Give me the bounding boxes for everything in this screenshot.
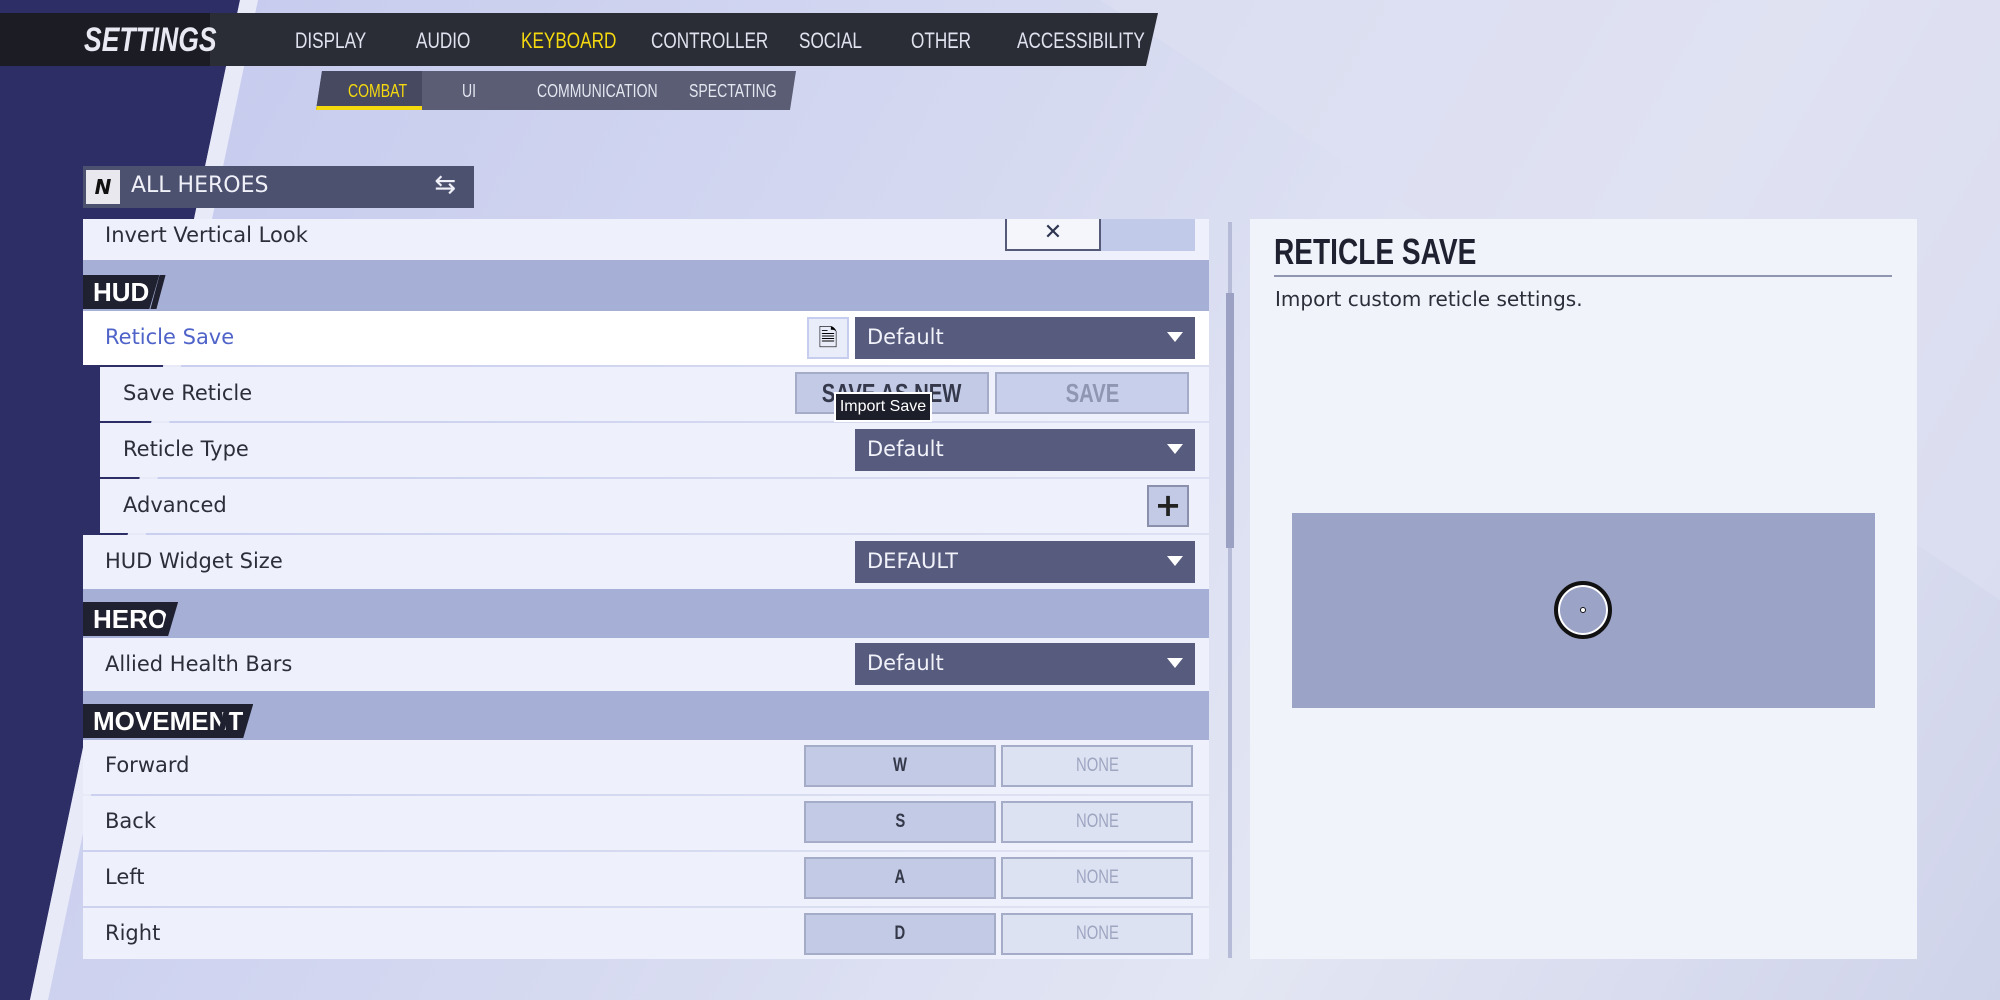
tab-accessibility[interactable]: ACCESSIBILITY [1017, 28, 1145, 54]
keybind-secondary-left[interactable]: NONE [1001, 857, 1193, 899]
setting-label: HUD Widget Size [105, 549, 283, 573]
subtab-ui[interactable]: UI [462, 81, 476, 102]
setting-label: Save Reticle [123, 381, 253, 405]
subtab-communication[interactable]: COMMUNICATION [537, 81, 658, 102]
tab-keyboard[interactable]: KEYBOARD [521, 28, 616, 54]
swap-icon[interactable]: ⇆ [434, 170, 456, 200]
reticle-save-dropdown[interactable]: Default [855, 317, 1195, 359]
chevron-down-icon [1167, 444, 1183, 454]
tab-other[interactable]: OTHER [911, 28, 971, 54]
setting-label: Right [105, 921, 161, 945]
setting-label: Reticle Type [123, 437, 249, 461]
setting-label: Allied Health Bars [105, 652, 293, 676]
setting-row-invert-vertical-look: Invert Vertical Look ✕ [83, 219, 1209, 260]
tab-social[interactable]: SOCIAL [799, 28, 862, 54]
setting-row-left: Left A NONE [83, 852, 1209, 906]
expand-plus-icon[interactable]: + [1147, 485, 1189, 527]
setting-row-reticle-save[interactable]: Reticle Save 🗎 Default [83, 311, 1209, 365]
setting-row-allied-health-bars[interactable]: Allied Health Bars Default [83, 638, 1209, 691]
hero-selector[interactable]: N ALL HEROES ⇆ [83, 166, 474, 208]
chevron-down-icon [1167, 556, 1183, 566]
chevron-down-icon [1167, 658, 1183, 668]
setting-row-right: Right D NONE [83, 908, 1209, 959]
keybind-primary-forward[interactable]: W [804, 745, 996, 787]
setting-label: Forward [105, 753, 190, 777]
dropdown-value: Default [867, 325, 944, 349]
sub-nav-bar: COMBAT UI COMMUNICATION SPECTATING [316, 71, 796, 110]
invert-vertical-look-checkbox[interactable]: ✕ [1005, 219, 1101, 251]
reticle-preview [1292, 513, 1875, 708]
allied-health-bars-dropdown[interactable]: Default [855, 643, 1195, 685]
import-save-icon[interactable]: 🗎 [807, 317, 849, 359]
tab-audio[interactable]: AUDIO [416, 28, 470, 54]
section-header-movement: MOVEMENT [83, 691, 1209, 740]
keybind-secondary-forward[interactable]: NONE [1001, 745, 1193, 787]
setting-row-save-reticle: Save Reticle SAVE AS NEW SAVE Import Sav… [100, 367, 1209, 422]
reticle-dot-icon [1580, 607, 1586, 613]
divider [1274, 275, 1892, 277]
scrollbar-thumb[interactable] [1226, 293, 1234, 548]
setting-label: Left [105, 865, 145, 889]
page-title: SETTINGS [84, 21, 217, 59]
save-button[interactable]: SAVE [995, 372, 1189, 414]
setting-label: Invert Vertical Look [105, 223, 308, 247]
setting-row-forward: Forward W NONE [83, 740, 1209, 794]
subtab-combat[interactable]: COMBAT [348, 81, 407, 102]
setting-label: Back [105, 809, 156, 833]
keybind-primary-back[interactable]: S [804, 801, 996, 843]
game-logo-icon: N [86, 170, 120, 204]
keybind-secondary-right[interactable]: NONE [1001, 913, 1193, 955]
tooltip: Import Save [834, 392, 932, 422]
setting-label: Advanced [123, 493, 227, 517]
section-header-hero: HERO [83, 589, 1209, 638]
detail-title: RETICLE SAVE [1274, 231, 1477, 272]
setting-row-back: Back S NONE [83, 796, 1209, 850]
setting-row-reticle-type[interactable]: Reticle Type Default [100, 423, 1209, 477]
setting-row-hud-widget-size[interactable]: HUD Widget Size DEFAULT [83, 535, 1209, 589]
subtab-spectating[interactable]: SPECTATING [689, 81, 777, 102]
dropdown-value: Default [867, 437, 944, 461]
section-title: HUD [83, 275, 159, 309]
reticle-type-dropdown[interactable]: Default [855, 429, 1195, 471]
checkbox-fill [1101, 219, 1195, 251]
setting-row-advanced[interactable]: Advanced + [100, 479, 1209, 533]
dropdown-value: DEFAULT [867, 549, 958, 573]
detail-description: Import custom reticle settings. [1275, 287, 1583, 311]
dropdown-value: Default [867, 651, 944, 675]
keybind-secondary-back[interactable]: NONE [1001, 801, 1193, 843]
hero-selector-label: ALL HEROES [131, 173, 269, 198]
hud-widget-size-dropdown[interactable]: DEFAULT [855, 541, 1195, 583]
keybind-primary-right[interactable]: D [804, 913, 996, 955]
section-header-hud: HUD [83, 260, 1209, 311]
top-nav-bar: SETTINGS DISPLAY AUDIO KEYBOARD CONTROLL… [0, 13, 1158, 66]
detail-panel: RETICLE SAVE Import custom reticle setti… [1250, 219, 1917, 959]
tab-controller[interactable]: CONTROLLER [651, 28, 768, 54]
tab-display[interactable]: DISPLAY [295, 28, 366, 54]
keybind-primary-left[interactable]: A [804, 857, 996, 899]
setting-label: Reticle Save [105, 325, 235, 349]
chevron-down-icon [1167, 332, 1183, 342]
